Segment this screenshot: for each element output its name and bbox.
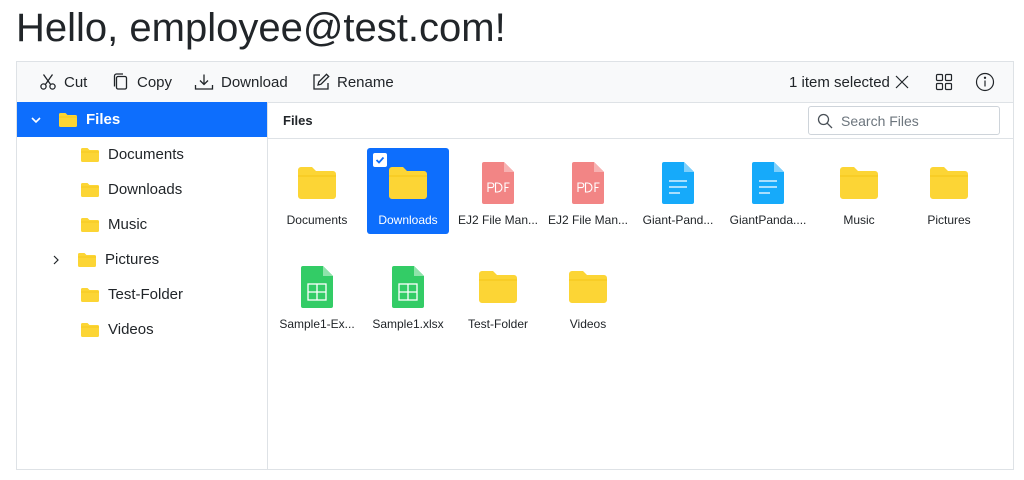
- scissors-icon: [40, 74, 56, 90]
- pdf-file-icon: [482, 162, 514, 204]
- file-item-label: EJ2 File Man...: [547, 213, 629, 227]
- nav-item-label: Downloads: [108, 181, 183, 198]
- folder-icon: [930, 167, 968, 199]
- nav-item-music[interactable]: Music: [17, 207, 267, 242]
- file-item-label: Sample1-Ex...: [279, 317, 355, 331]
- grid-view-icon: [935, 73, 953, 91]
- selection-checkbox[interactable]: [373, 153, 387, 167]
- file-item-pdf[interactable]: EJ2 File Man...: [457, 148, 539, 234]
- folder-icon: [81, 147, 99, 162]
- rename-label: Rename: [337, 73, 394, 91]
- nav-item-downloads[interactable]: Downloads: [17, 172, 267, 207]
- greeting-heading: Hello, employee@test.com!: [16, 6, 506, 50]
- folder-icon: [81, 217, 99, 232]
- document-file-icon: [662, 162, 694, 204]
- folder-icon: [569, 271, 607, 303]
- download-label: Download: [221, 73, 288, 91]
- file-item-pdf[interactable]: EJ2 File Man...: [547, 148, 629, 234]
- selection-status-text: 1 item selected: [789, 73, 890, 91]
- breadcrumb-item[interactable]: Files: [283, 113, 313, 128]
- document-file-icon: [752, 162, 784, 204]
- view-toggle-button[interactable]: [935, 62, 953, 102]
- nav-item-pictures[interactable]: Pictures: [17, 242, 267, 277]
- folder-icon: [81, 287, 99, 302]
- nav-item-label: Documents: [108, 146, 184, 163]
- file-item-downloads[interactable]: Downloads: [367, 148, 449, 234]
- file-item-spreadsheet[interactable]: Sample1.xlsx: [367, 252, 449, 338]
- nav-item-files[interactable]: Files: [17, 102, 267, 137]
- cut-button[interactable]: Cut: [39, 62, 87, 102]
- file-item-label: GiantPanda....: [729, 213, 807, 227]
- folder-icon: [298, 167, 336, 199]
- copy-button[interactable]: Copy: [112, 62, 172, 102]
- file-item-label: Pictures: [927, 213, 971, 227]
- details-button[interactable]: [975, 62, 995, 102]
- file-item-label: Test-Folder: [467, 317, 529, 331]
- file-item-music[interactable]: Music: [818, 148, 900, 234]
- folder-icon: [81, 182, 99, 197]
- folder-icon: [479, 271, 517, 303]
- pdf-file-icon: [572, 162, 604, 204]
- nav-item-label: Test-Folder: [108, 286, 184, 303]
- folder-icon: [81, 322, 99, 337]
- chevron-down-icon[interactable]: [30, 114, 42, 126]
- search-box: [808, 106, 1000, 135]
- selection-status: 1 item selected: [789, 62, 890, 102]
- nav-item-documents[interactable]: Documents: [17, 137, 267, 172]
- search-input[interactable]: [839, 111, 993, 130]
- file-item-label: Downloads: [378, 213, 438, 227]
- navigation-pane: Files Documents Downloads Music Pictures…: [17, 102, 268, 469]
- spreadsheet-file-icon: [301, 266, 333, 308]
- nav-item-label: Files: [86, 111, 121, 128]
- download-button[interactable]: Download: [194, 62, 288, 102]
- clear-selection-button[interactable]: [894, 62, 910, 102]
- checkmark-icon: [375, 156, 385, 164]
- file-item-test-folder[interactable]: Test-Folder: [457, 252, 539, 338]
- copy-icon: [113, 73, 128, 90]
- folder-icon: [389, 167, 427, 199]
- file-item-documents[interactable]: Documents: [276, 148, 358, 234]
- download-icon: [194, 74, 214, 90]
- folder-icon: [59, 112, 77, 127]
- file-item-label: Giant-Pand...: [642, 213, 714, 227]
- info-icon: [975, 72, 995, 92]
- chevron-right-icon[interactable]: [51, 254, 61, 266]
- folder-icon: [840, 167, 878, 199]
- nav-item-videos[interactable]: Videos: [17, 312, 267, 347]
- file-item-document[interactable]: GiantPanda....: [727, 148, 809, 234]
- file-item-label: Videos: [569, 317, 607, 331]
- nav-item-test-folder[interactable]: Test-Folder: [17, 277, 267, 312]
- content-pane: Files Documents: [267, 102, 1013, 469]
- file-item-label: EJ2 File Man...: [457, 213, 539, 227]
- file-item-label: Documents: [286, 213, 348, 227]
- rename-icon: [313, 73, 330, 90]
- file-item-spreadsheet[interactable]: Sample1-Ex...: [276, 252, 358, 338]
- folder-icon: [78, 252, 96, 267]
- close-icon: [895, 75, 909, 89]
- breadcrumb-bar: Files: [267, 102, 1013, 139]
- cut-label: Cut: [64, 73, 88, 91]
- copy-label: Copy: [137, 73, 173, 91]
- spreadsheet-file-icon: [392, 266, 424, 308]
- rename-button[interactable]: Rename: [312, 62, 394, 102]
- search-icon: [817, 113, 833, 128]
- toolbar: Cut Copy Download Rename 1 item selected: [17, 62, 1013, 103]
- file-item-document[interactable]: Giant-Pand...: [637, 148, 719, 234]
- file-manager: Cut Copy Download Rename 1 item selected…: [16, 61, 1014, 470]
- file-item-label: Sample1.xlsx: [372, 317, 444, 331]
- nav-item-label: Videos: [108, 321, 154, 338]
- nav-item-label: Pictures: [105, 251, 160, 268]
- file-item-pictures[interactable]: Pictures: [908, 148, 990, 234]
- file-item-videos[interactable]: Videos: [547, 252, 629, 338]
- file-item-label: Music: [843, 213, 875, 227]
- nav-item-label: Music: [108, 216, 148, 233]
